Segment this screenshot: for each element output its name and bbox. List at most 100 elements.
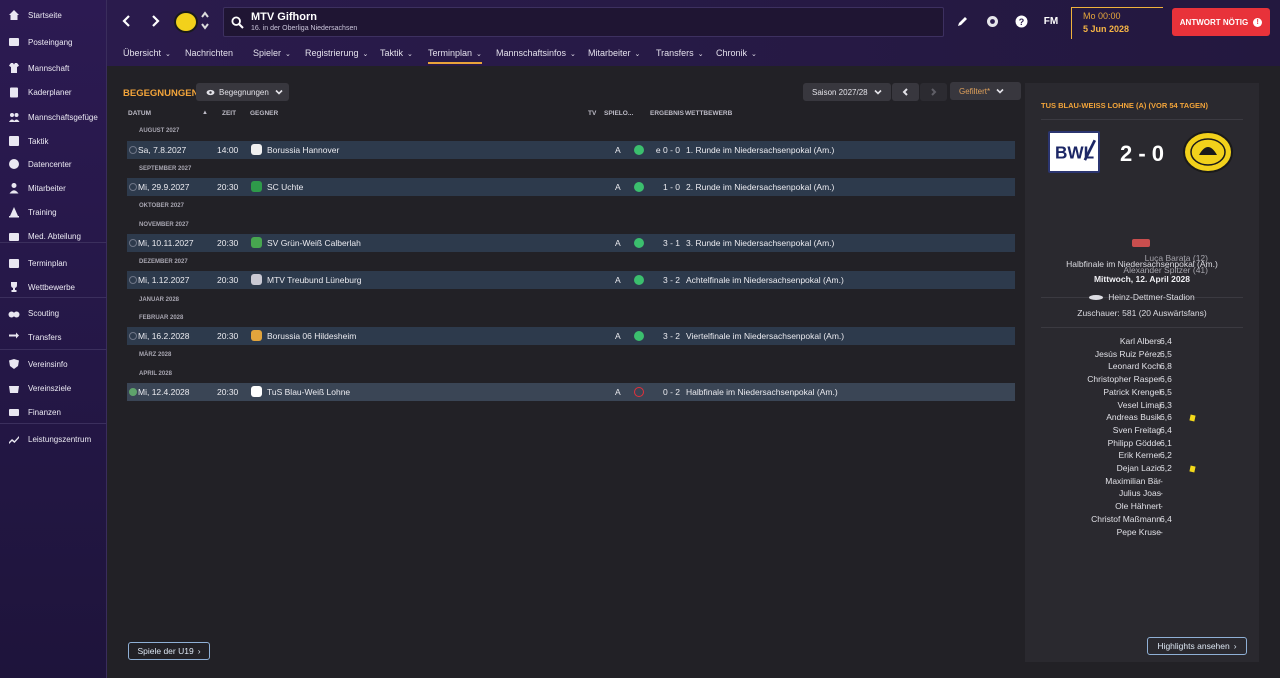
menu-mannschaftsinfos[interactable]: Mannschaftsinfos ⌄ — [496, 42, 576, 64]
match-result[interactable]: 3 - 1 — [663, 234, 680, 252]
sidebar-item-vereinsinfo[interactable]: Vereinsinfo — [0, 353, 107, 375]
player-rating-row[interactable]: Leonard Koch 6,8 — [1025, 361, 1259, 374]
player-rating-row[interactable]: Philipp Gödde 6,1 — [1025, 438, 1259, 451]
column-date[interactable]: DATUM — [128, 110, 151, 117]
opponent-name[interactable]: Borussia 06 Hildesheim — [267, 327, 356, 345]
match-summary-title[interactable]: TUS BLAU-WEISS LOHNE (A) (VOR 54 TAGEN) — [1041, 101, 1208, 110]
menu-nachrichten[interactable]: Nachrichten — [185, 42, 233, 64]
match-result[interactable]: 1 - 0 — [663, 178, 680, 196]
sidebar-item-wettbewerbe[interactable]: Wettbewerbe — [0, 276, 107, 298]
fm-menu-button[interactable]: FM — [1041, 12, 1061, 30]
match-competition[interactable]: Halbfinale im Niedersachsenpokal (Am.) — [686, 383, 838, 401]
match-result[interactable]: e 0 - 0 — [656, 141, 680, 159]
match-competition[interactable]: 1. Runde im Niedersachsenpokal (Am.) — [686, 141, 834, 159]
reply-required-button[interactable]: ANTWORT NÖTIG ! — [1172, 8, 1270, 36]
column-time[interactable]: ZEIT — [222, 110, 236, 117]
match-competition[interactable]: 3. Runde im Niedersachsenpokal (Am.) — [686, 234, 834, 252]
sidebar-item-posteingang[interactable]: Posteingang — [0, 31, 107, 53]
filter-dropdown[interactable]: Gefiltert* — [950, 82, 1021, 100]
match-stadium[interactable]: Heinz-Dettmer-Stadion — [1025, 292, 1259, 302]
away-team-crest[interactable] — [1183, 131, 1233, 173]
player-rating-row[interactable]: Christof Maßmann 6,4 — [1025, 514, 1259, 527]
sidebar-item-taktik[interactable]: Taktik — [0, 130, 107, 152]
column-tv[interactable]: TV — [588, 110, 596, 117]
column-result[interactable]: ERGEBNIS — [650, 110, 684, 117]
club-switcher[interactable] — [201, 11, 211, 33]
view-dropdown[interactable]: Begegnungen — [196, 83, 289, 101]
sidebar-item-mannschaftsgefüge[interactable]: Mannschaftsgefüge — [0, 106, 107, 128]
menu-chronik[interactable]: Chronik ⌄ — [716, 42, 757, 64]
table-row[interactable]: Mi, 12.4.2028 20:30 TuS Blau-Weiß Lohne A 0 … — [127, 383, 1015, 401]
sidebar-item-vereinsziele[interactable]: Vereinsziele — [0, 377, 107, 399]
sidebar-item-scouting[interactable]: Scouting — [0, 302, 107, 324]
player-rating-row[interactable]: Pepe Kruse - — [1025, 527, 1259, 540]
table-row[interactable]: Mi, 10.11.2027 20:30 SV Grün-Weiß Calberla… — [127, 234, 1015, 252]
sidebar-item-training[interactable]: Training — [0, 201, 107, 223]
u19-matches-button[interactable]: Spiele der U19 › — [128, 642, 210, 660]
column-opponent[interactable]: GEGNER — [250, 110, 278, 117]
column-competition[interactable]: WETTBEWERB — [685, 110, 732, 117]
player-rating-row[interactable]: Julius Joas - — [1025, 488, 1259, 501]
match-result[interactable]: 0 - 2 — [663, 383, 680, 401]
sidebar-item-leistungszentrum[interactable]: Leistungszentrum — [0, 428, 107, 450]
table-row[interactable]: Mi, 1.12.2027 20:30 MTV Treubund Lüneburg A… — [127, 271, 1015, 289]
menu-transfers[interactable]: Transfers ⌄ — [656, 42, 704, 64]
opponent-name[interactable]: MTV Treubund Lüneburg — [267, 271, 362, 289]
player-rating-row[interactable]: Jesús Ruiz Pérez 6,5 — [1025, 349, 1259, 362]
match-result[interactable]: 3 - 2 — [663, 271, 680, 289]
opponent-name[interactable]: Borussia Hannover — [267, 141, 339, 159]
opponent-name[interactable]: SC Uchte — [267, 178, 303, 196]
previous-season-button[interactable] — [892, 83, 919, 101]
club-crest[interactable] — [174, 11, 198, 33]
home-team-crest[interactable]: BWL — [1048, 131, 1100, 173]
season-dropdown[interactable]: Saison 2027/28 — [803, 83, 891, 101]
next-season-button[interactable] — [920, 83, 947, 101]
opponent-name[interactable]: TuS Blau-Weiß Lohne — [267, 383, 350, 401]
sidebar-item-transfers[interactable]: Transfers — [0, 326, 107, 348]
sidebar-item-terminplan[interactable]: Terminplan — [0, 252, 107, 274]
player-rating-row[interactable]: Vesel Limaj 6,3 — [1025, 400, 1259, 413]
match-competition[interactable]: 2. Runde im Niedersachsenpokal (Am.) — [686, 178, 834, 196]
player-rating-row[interactable]: Sven Freitag 6,4 — [1025, 425, 1259, 438]
forward-button[interactable] — [145, 9, 165, 33]
sidebar-item-datencenter[interactable]: Datencenter — [0, 153, 107, 175]
menu-terminplan[interactable]: Terminplan ⌄ — [428, 42, 482, 64]
sidebar-item-finanzen[interactable]: Finanzen — [0, 401, 107, 423]
help-button[interactable]: ? — [1012, 12, 1030, 30]
menu-mitarbeiter[interactable]: Mitarbeiter ⌄ — [588, 42, 640, 64]
player-rating-row[interactable]: Christopher Rasper 6,6 — [1025, 374, 1259, 387]
player-rating-row[interactable]: Karl Albers 6,4 — [1025, 336, 1259, 349]
player-rating-row[interactable]: Erik Kerner 6,2 — [1025, 450, 1259, 463]
match-competition[interactable]: Achtelfinale im Niedersachsenpokal (Am.) — [686, 271, 844, 289]
sidebar-item-mannschaft[interactable]: Mannschaft — [0, 57, 107, 79]
player-rating-row[interactable]: Dejan Lazic 6,2 — [1025, 463, 1259, 476]
continue-date[interactable]: Mo 00:00 5 Jun 2028 — [1071, 7, 1163, 39]
table-row[interactable]: Mi, 29.9.2027 20:30 SC Uchte A 1 - 0 2. Runde… — [127, 178, 1015, 196]
menu-übersicht[interactable]: Übersicht ⌄ — [123, 42, 171, 64]
sidebar-item-mitarbeiter[interactable]: Mitarbeiter — [0, 177, 107, 199]
chevron-down-icon: ⌄ — [285, 51, 291, 58]
sidebar-item-med-abteilung[interactable]: Med. Abteilung — [0, 225, 107, 247]
divider — [1041, 119, 1243, 120]
sidebar-item-startseite[interactable]: Startseite — [0, 4, 107, 26]
table-row[interactable]: Mi, 16.2.2028 20:30 Borussia 06 Hildesheim… — [127, 327, 1015, 345]
match-competition[interactable]: Viertelfinale im Niedersachsenpokal (Am.… — [686, 327, 844, 345]
menu-registrierung[interactable]: Registrierung ⌄ — [305, 42, 368, 64]
player-rating-row[interactable]: Andreas Busik 6,6 — [1025, 412, 1259, 425]
assistant-button[interactable] — [983, 12, 1001, 30]
match-competition[interactable]: Halbfinale im Niedersachsenpokal (Am.) — [1025, 259, 1259, 269]
player-rating-row[interactable]: Ole Hähnert - — [1025, 501, 1259, 514]
sidebar-item-kaderplaner[interactable]: Kaderplaner — [0, 81, 107, 103]
player-rating-row[interactable]: Maximilian Bär - — [1025, 476, 1259, 489]
menu-spieler[interactable]: Spieler ⌄ — [253, 42, 291, 64]
back-button[interactable] — [117, 9, 137, 33]
column-venue[interactable]: SPIELO... — [604, 110, 633, 117]
highlights-button[interactable]: Highlights ansehen › — [1147, 637, 1247, 655]
search-bar[interactable]: MTV Gifhorn 16. in der Oberliga Niedersa… — [223, 7, 944, 37]
table-row[interactable]: Sa, 7.8.2027 14:00 Borussia Hannover Ae 0 -… — [127, 141, 1015, 159]
opponent-name[interactable]: SV Grün-Weiß Calberlah — [267, 234, 361, 252]
match-result[interactable]: 3 - 2 — [663, 327, 680, 345]
player-rating-row[interactable]: Patrick Krengel 6,5 — [1025, 387, 1259, 400]
menu-taktik[interactable]: Taktik ⌄ — [380, 42, 413, 64]
edit-button[interactable] — [953, 12, 971, 30]
